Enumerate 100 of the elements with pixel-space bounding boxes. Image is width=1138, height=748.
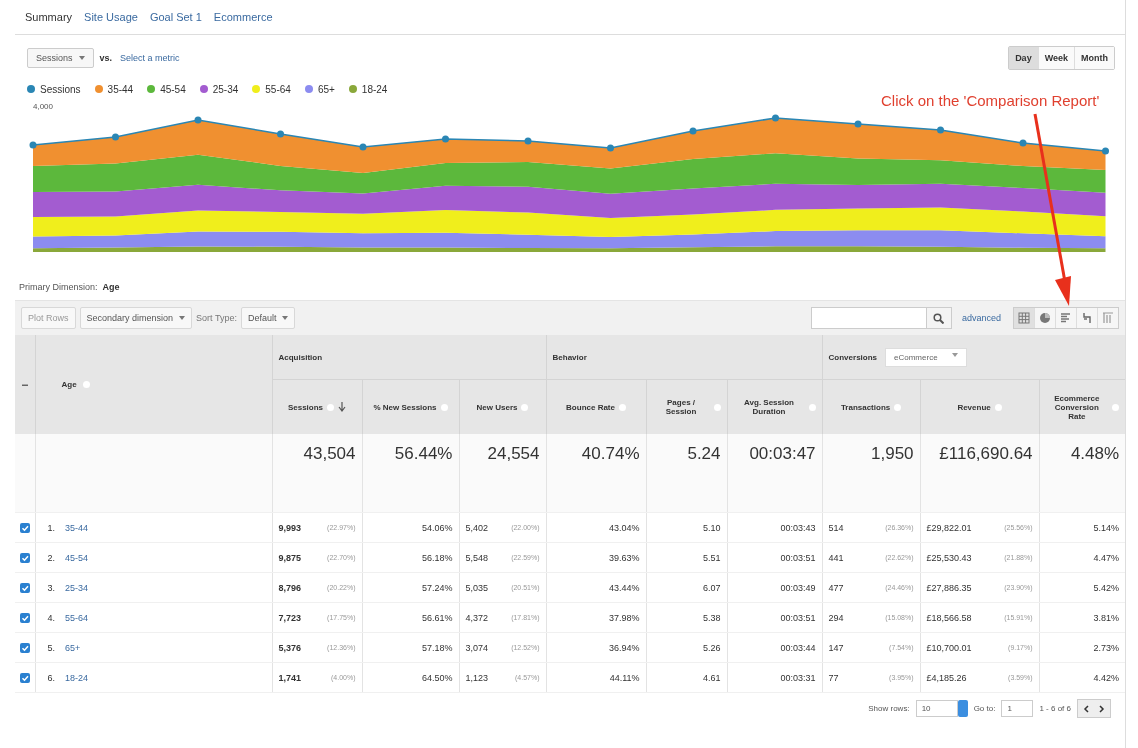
- cell-value: 147: [828, 642, 844, 653]
- cell-value: 9,875: [278, 552, 302, 563]
- sort-type-dropdown[interactable]: Default: [240, 307, 296, 329]
- data-point: [1102, 147, 1109, 155]
- view-toggle[interactable]: [1014, 308, 1034, 328]
- cell-value: 00:03:31: [780, 672, 816, 683]
- pivot-table-icon: [1102, 312, 1114, 324]
- search-field[interactable]: [810, 307, 952, 329]
- age-link[interactable]: 45-54: [65, 552, 89, 563]
- report-tab[interactable]: Site Usage: [84, 11, 138, 23]
- column-header[interactable]: % New Sessions: [373, 402, 437, 412]
- cell-value: £27,886.35: [926, 582, 972, 593]
- group-header: Acquisition: [278, 352, 323, 362]
- column-header[interactable]: New Users: [476, 402, 518, 412]
- info-icon: [894, 403, 902, 411]
- legend-label: Sessions: [40, 83, 81, 95]
- row-checkbox[interactable]: [19, 672, 30, 683]
- metric-dropdown[interactable]: Sessions: [27, 48, 94, 68]
- axis-label: 4,000: [33, 102, 54, 111]
- collapse-toggle[interactable]: −: [21, 377, 29, 392]
- rows-dropdown[interactable]: 10: [915, 700, 958, 717]
- cell-value: 5.10: [703, 522, 721, 533]
- age-link[interactable]: 35-44: [65, 522, 89, 533]
- row-checkbox[interactable]: [19, 612, 30, 623]
- cell-value: £4,185.26: [926, 672, 967, 683]
- view-toggle[interactable]: [1097, 308, 1118, 328]
- age-link[interactable]: 55-64: [65, 612, 89, 623]
- report-tab[interactable]: Ecommerce: [213, 11, 273, 23]
- show-rows-label: Show rows:: [868, 704, 910, 713]
- cell-value: 5,402: [465, 522, 489, 533]
- select-metric-link[interactable]: Select a metric: [120, 53, 180, 63]
- cell-value: 5.38: [703, 612, 721, 623]
- cell-value: 5.51: [703, 552, 721, 563]
- table-icon: [1018, 312, 1030, 324]
- legend-label: 35-44: [107, 83, 134, 95]
- data-point: [524, 137, 532, 145]
- info-icon: [440, 403, 448, 411]
- column-header[interactable]: Transactions: [840, 402, 891, 412]
- row-number: 2.: [47, 552, 55, 563]
- conversions-dropdown[interactable]: eCommerce: [885, 347, 967, 367]
- bar-chart-icon: [1060, 312, 1072, 324]
- period-button[interactable]: Month: [1074, 47, 1114, 69]
- period-button[interactable]: Week: [1037, 47, 1074, 69]
- cell-value: 477: [828, 582, 844, 593]
- period-button[interactable]: Day: [1009, 47, 1038, 69]
- sort-type-label: Sort Type:: [196, 313, 237, 323]
- view-toggle[interactable]: [1055, 308, 1076, 328]
- legend-label: 45-54: [160, 83, 186, 95]
- column-header[interactable]: Age: [61, 380, 77, 389]
- cell-value: 5,376: [278, 642, 302, 653]
- row-number: 5.: [47, 642, 55, 653]
- report-tab[interactable]: Goal Set 1: [149, 11, 202, 23]
- cell-value: 00:03:49: [780, 582, 816, 593]
- row-checkbox[interactable]: [19, 552, 30, 563]
- info-icon: [994, 403, 1002, 411]
- info-icon: [327, 403, 335, 411]
- cell-value: 4.47%: [1093, 552, 1120, 563]
- info-icon: [619, 403, 626, 411]
- age-link[interactable]: 65+: [65, 642, 81, 653]
- total-value: 56.44%: [394, 444, 453, 463]
- advanced-link[interactable]: advanced: [961, 313, 1001, 323]
- cell-value: 6.07: [703, 582, 721, 593]
- cell-value: 54.06%: [421, 522, 453, 533]
- legend-label: 55-64: [265, 83, 291, 95]
- info-icon: [1112, 403, 1120, 411]
- info-icon: [808, 403, 816, 411]
- cell-value: 36.94%: [609, 642, 640, 653]
- go-to-label: Go to:: [973, 704, 996, 713]
- data-point: [442, 135, 449, 143]
- go-to-field[interactable]: 1: [1001, 700, 1034, 717]
- row-checkbox[interactable]: [19, 642, 30, 653]
- caret-icon: [78, 56, 85, 60]
- secondary-dimension-dropdown[interactable]: Secondary dimension: [79, 307, 193, 329]
- cell-value: 37.98%: [609, 612, 640, 623]
- data-point: [277, 130, 284, 138]
- range-label: 1 - 6 of 6: [1039, 704, 1071, 713]
- view-toggle[interactable]: [1076, 308, 1097, 328]
- report-tab[interactable]: Summary: [25, 11, 73, 23]
- cell-value: 441: [828, 552, 844, 563]
- view-toggle[interactable]: [1034, 308, 1055, 328]
- cell-value: 00:03:44: [780, 642, 816, 653]
- legend-label: 18-24: [361, 83, 388, 95]
- age-link[interactable]: 25-34: [65, 582, 89, 593]
- cell-value: 57.18%: [421, 642, 453, 653]
- data-point: [937, 126, 944, 134]
- row-checkbox[interactable]: [19, 522, 30, 533]
- age-link[interactable]: 18-24: [65, 672, 89, 683]
- column-header[interactable]: Bounce Rate: [566, 402, 615, 412]
- row-checkbox[interactable]: [19, 582, 30, 593]
- cell-value: 00:03:51: [780, 612, 816, 623]
- info-icon: [82, 381, 90, 388]
- vs-label: vs.: [99, 53, 113, 63]
- column-header[interactable]: Sessions: [287, 402, 324, 412]
- column-header[interactable]: Revenue: [957, 402, 991, 412]
- spinner-icon[interactable]: [957, 700, 968, 717]
- total-value: 24,554: [487, 444, 540, 463]
- primary-dimension-value[interactable]: Age: [102, 282, 120, 300]
- cell-value: 43.04%: [609, 522, 640, 533]
- search-button[interactable]: [925, 308, 951, 328]
- cell-value: 9,993: [278, 522, 302, 533]
